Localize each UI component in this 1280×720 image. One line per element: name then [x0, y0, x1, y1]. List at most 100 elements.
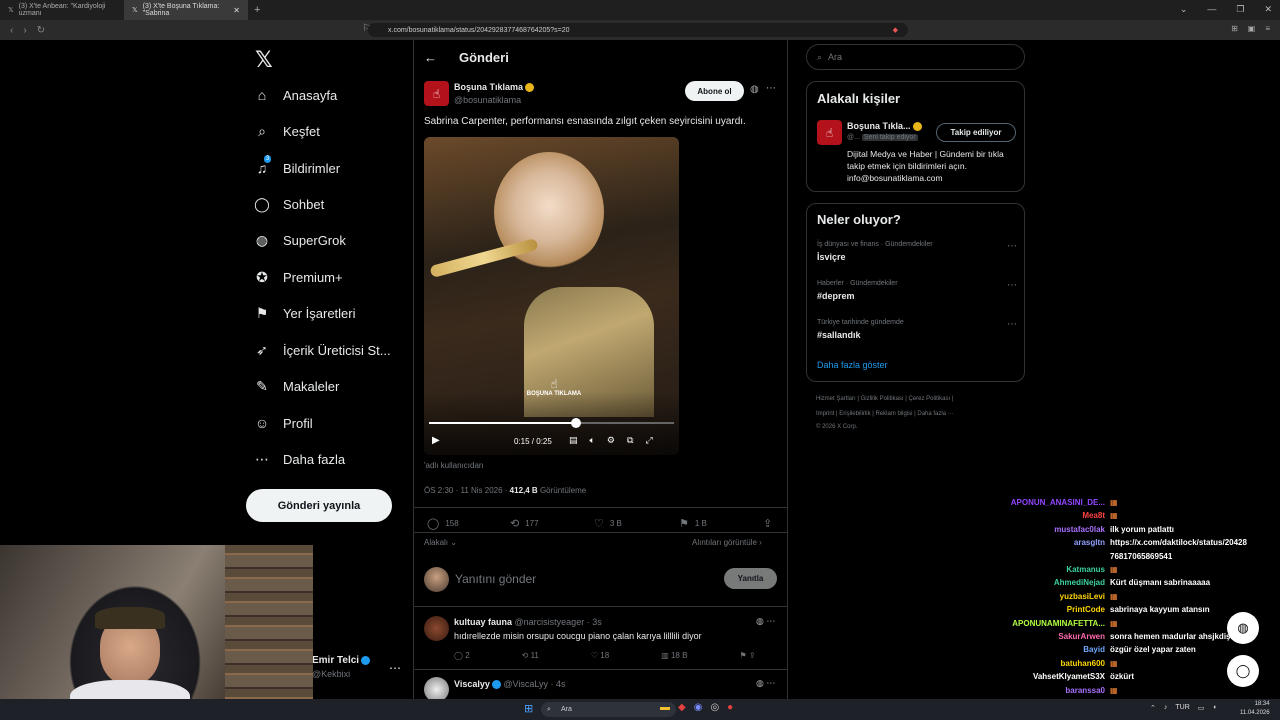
fullscreen-icon[interactable]: ⤢: [645, 435, 652, 446]
nav-item-notifications[interactable]: ♫ 3 Bildirimler: [254, 155, 414, 176]
nav-item-creator-studio[interactable]: ➶ İçerik Üreticisi St...: [254, 342, 414, 358]
file-explorer-icon[interactable]: ▬: [660, 702, 670, 713]
address-bar[interactable]: x.com/bosunatiklama/status/2042928377468…: [368, 23, 908, 37]
network-icon[interactable]: ▭: [1198, 704, 1205, 712]
video-player[interactable]: ☝ BOŞUNA TIKLAMA ▶ 0:15 / 0:25 ▤ 🔈︎ ⚙ ⧉ …: [424, 137, 679, 455]
maximize-icon[interactable]: ❐: [1236, 4, 1244, 15]
chat-username[interactable]: yuzbasiLevi: [1060, 592, 1105, 601]
close-tab-icon[interactable]: ✕: [233, 6, 240, 15]
like-action[interactable]: ♡ 18: [591, 651, 609, 660]
author-handle[interactable]: @bosunatiklama: [454, 95, 521, 105]
footer-links[interactable]: Hizmet Şartları | Gizlilik Politikası | …: [816, 396, 953, 402]
more-options-icon[interactable]: ⋯: [1007, 319, 1017, 330]
extensions-icon[interactable]: ⊞: [1231, 24, 1238, 33]
grok-icon[interactable]: ◍: [756, 678, 764, 688]
reply-avatar[interactable]: [424, 616, 449, 641]
reply-author-name[interactable]: Viscalyy: [454, 679, 490, 689]
author-avatar[interactable]: ☝: [424, 81, 449, 106]
grok-icon[interactable]: ◍: [756, 616, 764, 626]
grok-floating-icon[interactable]: ◍: [1227, 612, 1259, 644]
new-tab-icon[interactable]: +: [254, 4, 260, 16]
language-indicator[interactable]: TUR: [1175, 704, 1189, 712]
nav-item-bookmarks[interactable]: ⚑ Yer İşaretleri: [254, 305, 414, 321]
more-options-icon[interactable]: ⋯: [766, 83, 776, 94]
chat-username[interactable]: APONUNAMINAFETTA...: [1012, 619, 1105, 628]
source-user[interactable]: 'adlı kullanıcıdan: [424, 461, 483, 470]
like-action[interactable]: ♡ 3 B: [594, 517, 622, 530]
chat-username[interactable]: mustafac0lak: [1054, 525, 1105, 534]
chat-username[interactable]: batuhan600: [1061, 659, 1105, 668]
share-action[interactable]: ⇪: [763, 517, 772, 530]
repost-action[interactable]: ⟲ 177: [510, 517, 539, 530]
reload-icon[interactable]: ↻: [37, 25, 45, 36]
related-handle[interactable]: @...: [847, 134, 860, 141]
chat-username[interactable]: Mea8t: [1082, 511, 1105, 520]
video-progress-handle[interactable]: [571, 418, 581, 428]
related-avatar[interactable]: ☝: [817, 120, 842, 145]
subscribe-button[interactable]: Abone ol: [685, 81, 744, 101]
video-progress-track[interactable]: [429, 418, 674, 428]
menu-icon[interactable]: ≡: [1265, 24, 1270, 33]
bookmark-action[interactable]: ⚑ 1 B: [679, 517, 707, 530]
obs-icon[interactable]: ●: [727, 702, 733, 713]
following-button[interactable]: Takip ediliyor: [936, 123, 1016, 142]
views-action[interactable]: ▥ 18 B: [661, 651, 687, 660]
back-arrow-icon[interactable]: ←: [424, 50, 437, 65]
minimize-icon[interactable]: —: [1207, 4, 1216, 15]
chat-username[interactable]: PrintCode: [1067, 605, 1105, 614]
nav-item-profile[interactable]: ☺ Profil: [254, 415, 414, 431]
taskbar-search[interactable]: ⌕ Ara: [541, 702, 676, 717]
brave-shield-icon[interactable]: ◆: [893, 26, 898, 34]
more-options-icon[interactable]: ⋯: [1007, 280, 1017, 291]
reply-post[interactable]: Viscalyy @ViscaLyy · 4s ◍ ⋯: [424, 677, 779, 702]
forward-icon[interactable]: ›: [23, 25, 26, 36]
trend-item[interactable]: Haberler · Gündemdekiler #deprem ⋯: [817, 280, 1017, 301]
chat-username[interactable]: Bayid: [1083, 645, 1105, 654]
chat-username[interactable]: baranssa0: [1065, 686, 1105, 695]
chevron-up-icon[interactable]: ⌃: [1150, 704, 1156, 712]
steam-icon[interactable]: ◎: [710, 702, 719, 713]
post-button[interactable]: Gönderi yayınla: [246, 489, 392, 522]
account-name[interactable]: Emir Telci: [312, 655, 371, 666]
reply-author-name[interactable]: kultuay fauna: [454, 617, 512, 627]
volume-icon[interactable]: ◖: [1212, 704, 1216, 712]
nav-item-premium[interactable]: ✪ Premium+: [254, 269, 414, 285]
browser-tab[interactable]: 𝕏 (3) X'te Anbean: "Kardiyoloji uzmanı: [0, 0, 124, 20]
back-icon[interactable]: ‹: [10, 25, 13, 36]
nav-item-explore[interactable]: ⌕ Keşfet: [254, 123, 414, 139]
reply-input[interactable]: Yanıtını gönder: [455, 572, 536, 586]
reply-action[interactable]: ◯ 158: [427, 517, 459, 530]
chat-username[interactable]: AhmediNejad: [1054, 578, 1105, 587]
nav-item-chat[interactable]: ◯ Sohbet: [254, 196, 414, 212]
reply-post[interactable]: kultuay fauna @narcisistyeager · 3s ◍ ⋯ …: [424, 616, 779, 676]
pip-icon[interactable]: ⧉: [627, 435, 633, 446]
captions-icon[interactable]: ▤: [569, 435, 578, 446]
discord-icon[interactable]: ◉: [694, 702, 703, 713]
chat-username[interactable]: APONUN_ANASINI_DE...: [1011, 498, 1105, 507]
clock[interactable]: 18:34 11.04.2026: [1240, 700, 1270, 718]
settings-icon[interactable]: ⚙: [607, 435, 615, 446]
chat-username[interactable]: SakurArwen: [1058, 632, 1105, 641]
nav-item-more[interactable]: ⋯ Daha fazla: [254, 451, 414, 467]
volume-icon[interactable]: 🔈︎: [590, 435, 595, 446]
grok-icon[interactable]: ◍: [750, 84, 759, 95]
windows-start-icon[interactable]: ⊞: [524, 702, 533, 715]
show-more-link[interactable]: Daha fazla göster: [817, 360, 888, 370]
repost-action[interactable]: ⟲ 11: [522, 651, 539, 660]
chat-username[interactable]: VahsetKlyametS3X: [1033, 672, 1105, 681]
footer-links[interactable]: Imprint | Erişilebilirlik | Reklam bilgi…: [816, 411, 954, 417]
trend-item[interactable]: Türkiye tarihinde gündemde #sallandık ⋯: [817, 319, 1017, 340]
more-options-icon[interactable]: ⋯: [766, 678, 775, 688]
close-window-icon[interactable]: ✕: [1264, 4, 1272, 15]
view-quotes-link[interactable]: Alıntıları görüntüle ›: [692, 538, 762, 547]
brave-browser-icon[interactable]: ◆: [678, 702, 686, 713]
author-name[interactable]: Boşuna Tıklama: [454, 82, 535, 93]
chat-username[interactable]: Katmanus: [1066, 565, 1105, 574]
messages-floating-icon[interactable]: ◯: [1227, 655, 1259, 687]
chat-username[interactable]: arasgltn: [1074, 538, 1105, 547]
more-options-icon[interactable]: ⋯: [766, 616, 775, 626]
trend-item[interactable]: İş dünyası ve finans · Gündemdekiler İsvi…: [817, 241, 1017, 262]
reply-author-handle[interactable]: @narcisistyeager · 3s: [515, 617, 602, 627]
microphone-icon[interactable]: ♪: [1164, 704, 1168, 712]
x-logo-icon[interactable]: 𝕏: [255, 48, 273, 73]
